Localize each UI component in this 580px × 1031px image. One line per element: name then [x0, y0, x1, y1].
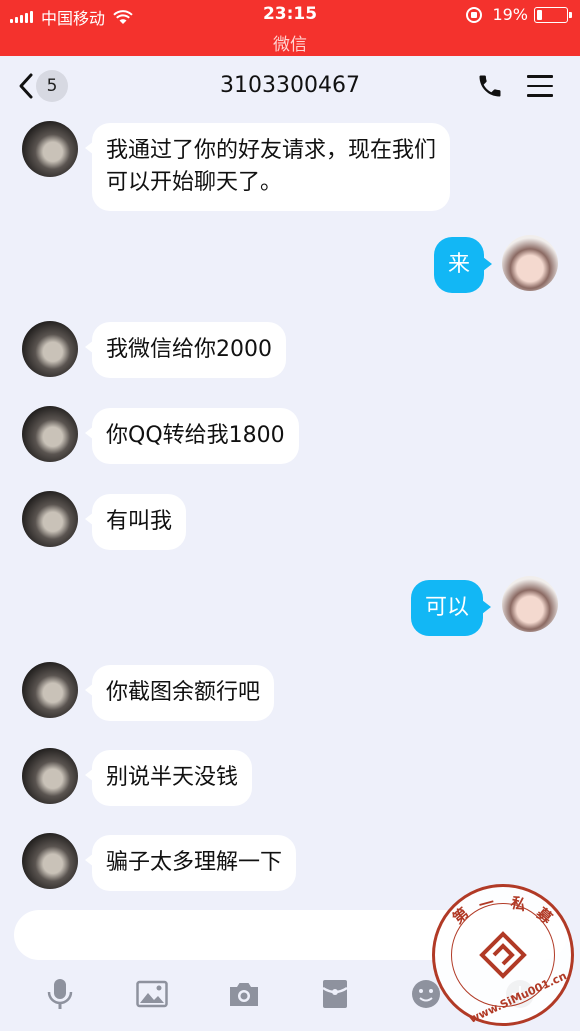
- contact-avatar[interactable]: [22, 406, 78, 462]
- red-packet-button[interactable]: [315, 974, 355, 1014]
- message-text: 你QQ转给我1800: [106, 423, 285, 448]
- watermark-logo-icon: [479, 931, 527, 979]
- rotation-lock-icon: [466, 6, 483, 23]
- message-bubble-outgoing[interactable]: 来: [434, 237, 493, 293]
- battery-percent: 19%: [492, 5, 528, 24]
- message-text: 我微信给你2000: [106, 337, 272, 362]
- message-text: 有叫我: [106, 509, 173, 534]
- battery-fill: [537, 9, 542, 20]
- camera-icon: [230, 983, 258, 1006]
- contact-avatar[interactable]: [22, 662, 78, 718]
- message-bubble-incoming[interactable]: 我微信给你2000: [85, 322, 286, 378]
- message-bubble-incoming[interactable]: 我通过了你的好友请求，现在我们 可以开始聊天了。: [84, 123, 451, 211]
- message-bubble-incoming[interactable]: 你QQ转给我1800: [85, 408, 299, 464]
- message-list: 我通过了你的好友请求，现在我们 可以开始聊天了。 来 我微信给你2000 你QQ…: [0, 118, 580, 900]
- app-name-label: 微信: [273, 35, 307, 55]
- message-bubble-incoming[interactable]: 你截图余额行吧: [84, 665, 275, 721]
- contact-avatar[interactable]: [22, 833, 78, 889]
- message-text: 骗子太多理解一下: [106, 850, 283, 875]
- contact-avatar[interactable]: [22, 491, 78, 547]
- phone-icon: [479, 75, 501, 97]
- image-icon: [136, 980, 168, 1008]
- status-right: 19%: [466, 5, 572, 24]
- menu-button[interactable]: [527, 75, 553, 104]
- watermark-stamp: 第 一 私 募 www.SiMu001.cn: [432, 884, 574, 1026]
- image-button[interactable]: [132, 974, 172, 1014]
- message-text: 可以: [425, 595, 470, 620]
- chat-header: 5 3103300467: [0, 56, 580, 118]
- my-avatar[interactable]: [502, 235, 558, 291]
- red-packet-icon: [322, 980, 348, 1008]
- status-bar: 中国移动 23:15 微信 19%: [0, 0, 580, 56]
- message-bubble-outgoing[interactable]: 可以: [411, 580, 492, 636]
- my-avatar[interactable]: [502, 576, 558, 632]
- message-text: 你截图余额行吧: [106, 680, 261, 705]
- call-button[interactable]: [476, 72, 504, 104]
- camera-button[interactable]: [224, 974, 264, 1014]
- message-text-line: 我通过了你的好友请求，现在我们: [106, 138, 437, 163]
- message-text: 来: [448, 252, 471, 277]
- contact-avatar[interactable]: [22, 748, 78, 804]
- voice-button[interactable]: [40, 974, 80, 1014]
- contact-avatar[interactable]: [22, 121, 78, 177]
- message-text-line: 可以开始聊天了。: [106, 170, 283, 195]
- message-text: 别说半天没钱: [106, 765, 239, 790]
- contact-avatar[interactable]: [22, 321, 78, 377]
- message-bubble-incoming[interactable]: 骗子太多理解一下: [84, 835, 297, 891]
- message-bubble-incoming[interactable]: 别说半天没钱: [84, 750, 253, 806]
- battery-icon: [534, 6, 572, 23]
- message-bubble-incoming[interactable]: 有叫我: [84, 494, 187, 550]
- microphone-icon: [47, 979, 73, 1009]
